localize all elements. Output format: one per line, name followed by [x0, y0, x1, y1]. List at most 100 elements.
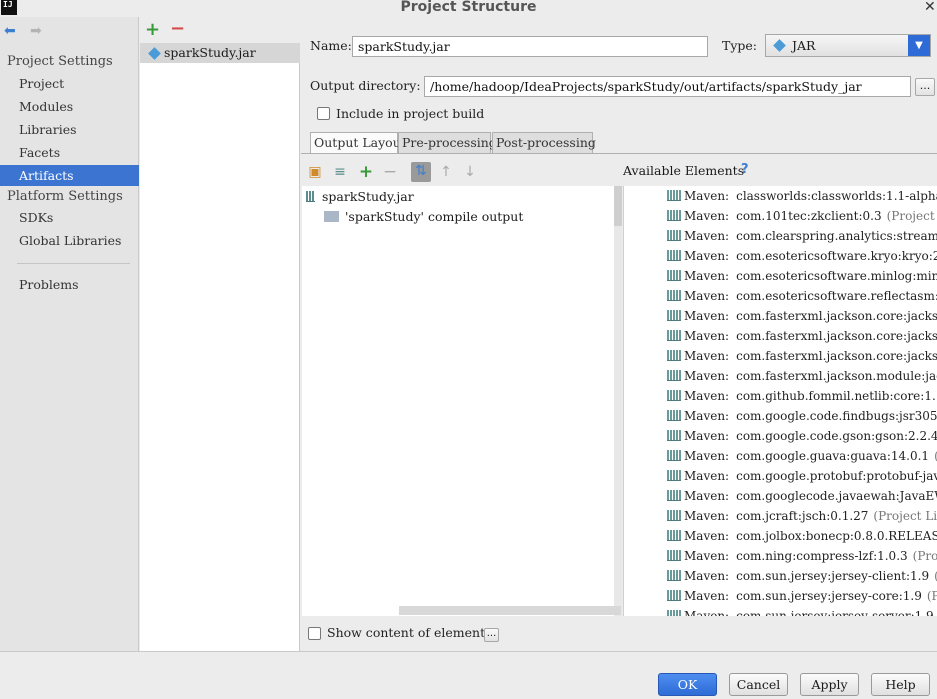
- maven-prefix: Maven:: [684, 609, 730, 616]
- show-content-checkbox[interactable]: [308, 627, 321, 640]
- available-element-row[interactable]: Maven: com.esotericsoftware.kryo:kryo:2.2…: [667, 246, 937, 266]
- output-directory-input[interactable]: /home/hadoop/IdeaProjects/sparkStudy/out…: [424, 76, 911, 97]
- layout-scroll-thumb[interactable]: [614, 186, 622, 226]
- maven-coordinate: com.sun.jersey:jersey-core:1.9: [736, 589, 922, 603]
- library-icon: [667, 250, 681, 261]
- library-icon: [667, 230, 681, 241]
- sort-elements-icon[interactable]: ⇅: [411, 162, 431, 182]
- available-element-row[interactable]: Maven:com.sun.jersey:jersey-client:1.9(P: [667, 566, 937, 586]
- available-element-row[interactable]: Maven: com.jcraft:jsch:0.1.27 (Project Lib: [667, 506, 937, 526]
- library-icon: [667, 490, 681, 501]
- move-up-icon[interactable]: ↑: [437, 163, 455, 181]
- available-element-row[interactable]: Maven: com.fasterxml.jackson.module:jacks…: [667, 366, 937, 386]
- remove-artifact-icon[interactable]: −: [170, 18, 185, 39]
- maven-prefix: Maven:: [684, 469, 730, 483]
- new-folder-icon[interactable]: ▣: [306, 163, 324, 181]
- maven-prefix: Maven:: [684, 449, 730, 463]
- artifact-item-label: sparkStudy.jar: [164, 45, 256, 60]
- move-down-icon[interactable]: ↓: [461, 163, 479, 181]
- back-arrow-icon[interactable]: ⬅: [4, 23, 16, 39]
- help-icon[interactable]: ?: [741, 162, 749, 177]
- nav-divider: [17, 263, 130, 264]
- nav-item-problems[interactable]: Problems: [0, 274, 139, 295]
- library-icon: [667, 590, 681, 601]
- browse-output-button[interactable]: ...: [915, 78, 935, 96]
- available-element-row[interactable]: Maven:com.jolbox:bonecp:0.8.0.RELEASE(Pr: [667, 526, 937, 546]
- available-element-row[interactable]: Maven: com.google.code.findbugs:jsr305:1.…: [667, 406, 937, 426]
- layout-horizontal-scrollbar[interactable]: [399, 606, 621, 615]
- help-button[interactable]: Help: [871, 673, 930, 696]
- type-select[interactable]: JAR ▼: [765, 34, 931, 57]
- available-element-row[interactable]: Maven: com.sun.jersey:jersey-core:1.9 (Pro: [667, 586, 937, 606]
- maven-coordinate: com.fasterxml.jackson.module:jackso: [736, 369, 937, 383]
- tab-output-layout[interactable]: Output Layout: [310, 132, 406, 154]
- tab-pre-processing[interactable]: Pre-processing: [398, 132, 497, 154]
- available-element-row[interactable]: Maven: com.fasterxml.jackson.core:jackson…: [667, 306, 937, 326]
- available-element-row[interactable]: Maven: com.fasterxml.jackson.core:jackson…: [667, 326, 937, 346]
- remove-element-icon[interactable]: −: [381, 163, 399, 181]
- available-element-row[interactable]: Maven: com.101tec:zkclient:0.3 (Project Li…: [667, 206, 937, 226]
- include-build-checkbox[interactable]: [317, 107, 330, 120]
- library-icon: [667, 390, 681, 401]
- type-select-value: JAR: [792, 38, 816, 53]
- nav-item-modules[interactable]: Modules: [0, 96, 139, 117]
- available-element-row[interactable]: Maven: com.ning:compress-lzf:1.0.3 (Projec: [667, 546, 937, 566]
- available-element-row[interactable]: Maven:com.google.guava:guava:14.0.1(Proj: [667, 446, 937, 466]
- nav-item-facets[interactable]: Facets: [0, 142, 139, 163]
- maven-coordinate: com.jolbox:bonecp:0.8.0.RELEASE: [736, 529, 937, 543]
- layout-vertical-scrollbar[interactable]: [614, 186, 622, 616]
- maven-prefix: Maven:: [684, 589, 730, 603]
- available-element-row[interactable]: Maven: com.google.protobuf:protobuf-java:…: [667, 466, 937, 486]
- add-element-icon[interactable]: +: [357, 163, 375, 181]
- show-content-options-button[interactable]: ...: [484, 628, 499, 642]
- available-element-row[interactable]: Maven: com.esotericsoftware.minlog:minlog…: [667, 266, 937, 286]
- available-element-row[interactable]: Maven:com.google.code.gson:gson:2.2.4(Pr: [667, 426, 937, 446]
- artifact-list-item[interactable]: sparkStudy.jar: [140, 43, 300, 63]
- available-element-row[interactable]: Maven: com.clearspring.analytics:stream:2…: [667, 226, 937, 246]
- library-icon: [667, 350, 681, 361]
- tree-row-root[interactable]: sparkStudy.jar: [306, 187, 414, 207]
- cancel-button[interactable]: Cancel: [729, 673, 788, 696]
- ok-button[interactable]: OK: [658, 673, 717, 696]
- artifact-list-panel: + − sparkStudy.jar: [140, 17, 300, 651]
- jar-artifact-icon: [148, 47, 161, 60]
- add-artifact-icon[interactable]: +: [145, 19, 160, 40]
- available-element-row[interactable]: Maven: com.googlecode.javaewah:JavaEWAH:0…: [667, 486, 937, 506]
- jar-type-icon: [773, 39, 786, 52]
- nav-item-sdks[interactable]: SDKs: [0, 207, 139, 228]
- maven-prefix: Maven:: [684, 269, 730, 283]
- nav-item-artifacts[interactable]: Artifacts: [0, 165, 139, 186]
- library-scope: (Pro: [926, 589, 937, 603]
- tree-row-compile-output[interactable]: 'sparkStudy' compile output: [324, 207, 523, 227]
- available-element-row[interactable]: Maven: classworlds:classworlds:1.1-alpha-…: [667, 186, 937, 206]
- apply-button[interactable]: Apply: [800, 673, 859, 696]
- maven-coordinate: com.101tec:zkclient:0.3: [736, 209, 882, 223]
- maven-prefix: Maven:: [684, 229, 730, 243]
- nav-item-project[interactable]: Project: [0, 73, 139, 94]
- artifact-settings-panel: Name: sparkStudy.jar Type: JAR ▼ Output …: [301, 17, 937, 651]
- folder-icon: [324, 211, 339, 222]
- available-element-row[interactable]: Maven: com.esotericsoftware.reflectasm:re…: [667, 286, 937, 306]
- maven-coordinate: com.esotericsoftware.reflectasm:ref: [736, 289, 937, 303]
- chevron-down-icon[interactable]: ▼: [908, 35, 930, 56]
- forward-arrow-icon[interactable]: ➡: [30, 23, 42, 39]
- maven-prefix: Maven:: [684, 429, 730, 443]
- library-icon: [667, 570, 681, 581]
- maven-coordinate: com.sun.jersey:jersey-client:1.9: [736, 569, 930, 583]
- nav-section-project-settings: Project Settings: [7, 54, 113, 69]
- available-element-row[interactable]: Maven: com.github.fommil.netlib:core:1.1.…: [667, 386, 937, 406]
- maven-coordinate: com.google.protobuf:protobuf-java:2: [736, 469, 937, 483]
- archive-icon[interactable]: ≡: [331, 163, 349, 181]
- show-content-label: Show content of elements: [327, 625, 492, 640]
- nav-item-libraries[interactable]: Libraries: [0, 119, 139, 140]
- window-title: Project Structure: [400, 0, 537, 15]
- library-icon: [667, 450, 681, 461]
- layout-toolbar: ▣ ≡ + − ⇅ ↑ ↓: [301, 159, 621, 185]
- close-icon[interactable]: ✕: [924, 0, 937, 15]
- available-element-row[interactable]: Maven: com.fasterxml.jackson.core:jackson…: [667, 346, 937, 366]
- maven-coordinate: com.jcraft:jsch:0.1.27: [736, 509, 869, 523]
- nav-item-global-libraries[interactable]: Global Libraries: [0, 230, 139, 251]
- available-element-row[interactable]: Maven:com.sun.jersey:jersey-server:1.9(P: [667, 606, 937, 616]
- tab-post-processing[interactable]: Post-processing: [492, 132, 596, 154]
- name-input[interactable]: sparkStudy.jar: [352, 36, 708, 57]
